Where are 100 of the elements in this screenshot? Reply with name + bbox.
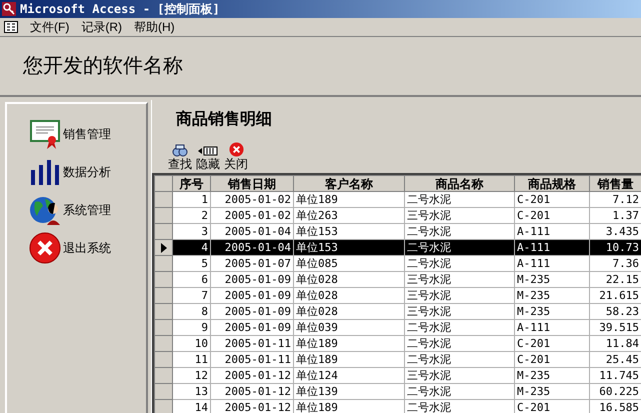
table-cell: M-235: [514, 384, 590, 400]
app-title: 您开发的软件名称: [23, 54, 183, 79]
table-cell: 2005-01-11: [210, 336, 294, 352]
table-cell: 单位028: [294, 304, 404, 320]
table-cell: C-201: [514, 400, 590, 413]
table-row[interactable]: 14 2005-01-12 单位189 二号水泥 C-201 16.585: [154, 400, 641, 413]
header-corner[interactable]: [154, 176, 172, 192]
table-row[interactable]: 11 2005-01-11 单位189 二号水泥 C-201 25.45: [154, 352, 641, 368]
column-header[interactable]: 商品规格: [514, 176, 590, 192]
table-row[interactable]: 13 2005-01-12 单位139 二号水泥 M-235 60.225: [154, 384, 641, 400]
close-icon: [228, 142, 244, 157]
table-cell: 1.37: [590, 208, 641, 224]
sidebar-button[interactable]: 系统管理: [29, 194, 146, 226]
table-row[interactable]: 5 2005-01-07 单位085 二号水泥 A-111 7.36: [154, 256, 641, 272]
current-row-icon: [160, 242, 168, 252]
binoculars-icon: [172, 143, 188, 157]
table-cell: 单位124: [294, 368, 404, 384]
table-row[interactable]: 9 2005-01-09 单位039 二号水泥 A-111 39.515: [154, 320, 641, 336]
table-cell: 单位189: [294, 336, 404, 352]
table-cell: 2005-01-09: [210, 320, 294, 336]
table-row[interactable]: 6 2005-01-09 单位028 三号水泥 M-235 22.15: [154, 272, 641, 288]
table-cell: 2005-01-11: [210, 352, 294, 368]
panel-title: 商品销售明细: [176, 109, 272, 130]
table-cell: 二号水泥: [404, 192, 514, 208]
table-row[interactable]: 10 2005-01-11 单位189 二号水泥 C-201 11.84: [154, 336, 641, 352]
globe-person-icon: [29, 194, 61, 226]
column-header[interactable]: 销售日期: [210, 176, 294, 192]
table-cell: 三号水泥: [404, 208, 514, 224]
column-header[interactable]: 销售量: [590, 176, 641, 192]
table-row[interactable]: 4 2005-01-04 单位153 二号水泥 A-111 10.73: [154, 240, 641, 256]
table-cell: 三号水泥: [404, 288, 514, 304]
window-title: Microsoft Access - [控制面板]: [20, 1, 220, 18]
table-cell: 2005-01-09: [210, 272, 294, 288]
table-cell: 11: [172, 352, 210, 368]
table-cell: 2005-01-07: [210, 256, 294, 272]
table-cell: 单位139: [294, 384, 404, 400]
table-cell: A-111: [514, 240, 590, 256]
table-cell: 二号水泥: [404, 384, 514, 400]
table-cell: 三号水泥: [404, 304, 514, 320]
menu-item[interactable]: 记录(R): [81, 18, 122, 36]
table-cell: M-235: [514, 288, 590, 304]
bar-chart-icon: [29, 158, 61, 186]
sidebar-button[interactable]: 数据分析: [29, 156, 146, 188]
table-cell: 2005-01-02: [210, 192, 294, 208]
column-header[interactable]: 序号: [172, 176, 210, 192]
table-cell: 10.73: [590, 240, 641, 256]
column-icon: [198, 145, 218, 157]
table-cell: 11.84: [590, 336, 641, 352]
table-row[interactable]: 7 2005-01-09 单位028 三号水泥 M-235 21.615: [154, 288, 641, 304]
table-cell: 单位189: [294, 192, 404, 208]
column-header[interactable]: 客户名称: [294, 176, 404, 192]
table-cell: 单位263: [294, 208, 404, 224]
table-cell: 三号水泥: [404, 272, 514, 288]
table-cell: 单位085: [294, 256, 404, 272]
certificate-icon: [29, 118, 61, 150]
table-cell: 二号水泥: [404, 400, 514, 413]
toolbar-button[interactable]: 隐藏: [195, 145, 221, 171]
table-cell: 7: [172, 288, 210, 304]
sidebar-button[interactable]: 退出系统: [29, 232, 146, 264]
table-cell: 二号水泥: [404, 336, 514, 352]
table-cell: 60.225: [590, 384, 641, 400]
table-cell: 二号水泥: [404, 320, 514, 336]
column-header[interactable]: 商品名称: [404, 176, 514, 192]
menu-item[interactable]: 帮助(H): [134, 18, 175, 36]
table-cell: C-201: [514, 192, 590, 208]
menu-item[interactable]: 文件(F): [30, 18, 70, 36]
table-cell: 25.45: [590, 352, 641, 368]
table-cell: 2005-01-12: [210, 368, 294, 384]
table-cell: 单位028: [294, 272, 404, 288]
table-cell: 39.515: [590, 320, 641, 336]
table-cell: A-111: [514, 256, 590, 272]
table-cell: 单位039: [294, 320, 404, 336]
sidebar-button[interactable]: 销售管理: [29, 118, 146, 150]
toolbar-button[interactable]: 查找: [167, 143, 193, 171]
table-cell: 2005-01-02: [210, 208, 294, 224]
table-cell: 7.36: [590, 256, 641, 272]
table-cell: 13: [172, 384, 210, 400]
table-cell: 5: [172, 256, 210, 272]
table-row[interactable]: 8 2005-01-09 单位028 三号水泥 M-235 58.23: [154, 304, 641, 320]
exit-icon: [29, 232, 61, 264]
table-row[interactable]: 1 2005-01-02 单位189 二号水泥 C-201 7.12: [154, 192, 641, 208]
table-cell: 10: [172, 336, 210, 352]
table-cell: 4: [172, 240, 210, 256]
table-cell: 2: [172, 208, 210, 224]
table-cell: 二号水泥: [404, 240, 514, 256]
table-cell: 8: [172, 304, 210, 320]
table-cell: 三号水泥: [404, 368, 514, 384]
form-icon[interactable]: [4, 21, 18, 33]
table-row[interactable]: 12 2005-01-12 单位124 三号水泥 M-235 11.745: [154, 368, 641, 384]
table-cell: M-235: [514, 304, 590, 320]
table-cell: M-235: [514, 368, 590, 384]
table-cell: 2005-01-09: [210, 288, 294, 304]
key-icon: [2, 2, 16, 16]
table-cell: 12: [172, 368, 210, 384]
table-row[interactable]: 2 2005-01-02 单位263 三号水泥 C-201 1.37: [154, 208, 641, 224]
row-selector[interactable]: [154, 240, 172, 256]
toolbar-button[interactable]: 关闭: [223, 142, 249, 171]
table-cell: 二号水泥: [404, 352, 514, 368]
table-cell: A-111: [514, 320, 590, 336]
table-cell: 单位189: [294, 400, 404, 413]
